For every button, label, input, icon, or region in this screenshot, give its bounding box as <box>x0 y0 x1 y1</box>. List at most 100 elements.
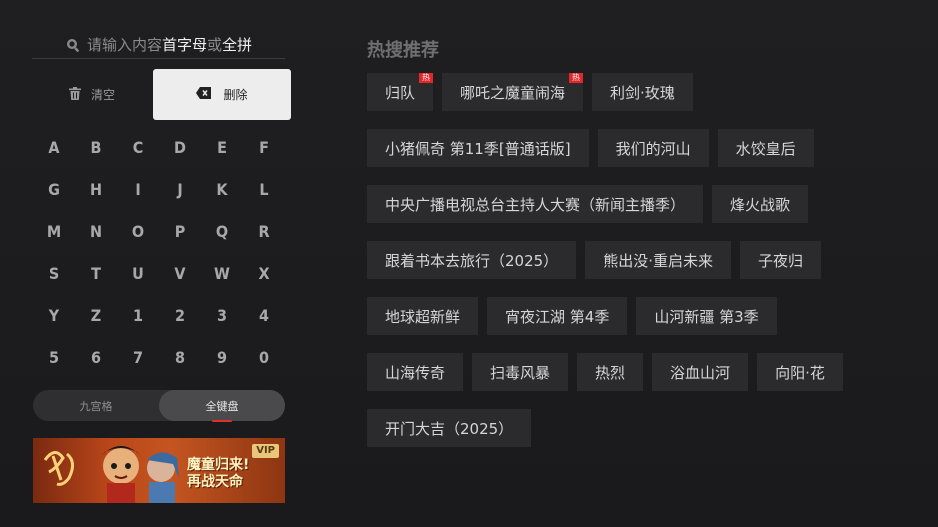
tag-label: 开门大吉（2025） <box>385 419 514 438</box>
hot-search-tag[interactable]: 我们的河山 <box>597 129 709 167</box>
tag-row: 开门大吉（2025） <box>367 409 907 447</box>
key-i[interactable]: I <box>117 168 159 210</box>
key-8[interactable]: 8 <box>159 336 201 378</box>
key-q[interactable]: Q <box>201 210 243 252</box>
key-j[interactable]: J <box>159 168 201 210</box>
key-b[interactable]: B <box>75 126 117 168</box>
key-g[interactable]: G <box>33 168 75 210</box>
hot-search-tag[interactable]: 跟着书本去旅行（2025） <box>367 241 577 279</box>
key-9[interactable]: 9 <box>201 336 243 378</box>
tag-label: 向阳·花 <box>775 363 825 382</box>
hot-search-tag[interactable]: 热烈 <box>577 353 644 391</box>
tag-label: 烽火战歌 <box>730 195 791 214</box>
key-d[interactable]: D <box>159 126 201 168</box>
hot-search-tag[interactable]: 水饺皇后 <box>717 129 814 167</box>
key-7[interactable]: 7 <box>117 336 159 378</box>
clear-label: 清空 <box>90 88 115 102</box>
hot-search-tag[interactable]: 山河新疆 第3季 <box>636 297 777 335</box>
key-t[interactable]: T <box>75 252 117 294</box>
key-k[interactable]: K <box>201 168 243 210</box>
trash-icon <box>68 86 81 103</box>
key-p[interactable]: P <box>159 210 201 252</box>
hot-search-title: 热搜推荐 <box>367 40 439 61</box>
tag-row: 小猪佩奇 第11季[普通话版] 我们的河山 水饺皇后 <box>367 129 907 167</box>
hot-badge: 热 <box>569 73 584 83</box>
key-v[interactable]: V <box>159 252 201 294</box>
hot-search-tag[interactable]: 烽火战歌 <box>712 185 809 223</box>
hot-search-tag[interactable]: 山海传奇 <box>367 353 464 391</box>
tag-row: 跟着书本去旅行（2025） 熊出没·重启未来 子夜归 <box>367 241 907 279</box>
key-y[interactable]: Y <box>33 294 75 336</box>
vip-badge: VIP <box>252 444 279 458</box>
backspace-icon <box>196 87 212 102</box>
mode-option-full[interactable]: 全键盘 <box>159 390 285 422</box>
key-l[interactable]: L <box>243 168 285 210</box>
tag-label: 山河新疆 第3季 <box>654 307 759 326</box>
key-w[interactable]: W <box>201 252 243 294</box>
tag-label: 我们的河山 <box>615 139 691 158</box>
key-f[interactable]: F <box>243 126 285 168</box>
key-u[interactable]: U <box>117 252 159 294</box>
key-h[interactable]: H <box>75 168 117 210</box>
hot-search-tag[interactable]: 利剑·玫瑰 <box>592 73 693 111</box>
delete-label: 删除 <box>223 88 248 102</box>
tag-label: 热烈 <box>595 363 626 382</box>
tag-row: 中央广播电视总台主持人大赛（新闻主播季） 烽火战歌 <box>367 185 907 223</box>
hot-search-tag[interactable]: 地球超新鲜 <box>367 297 479 335</box>
hot-search-tag[interactable]: 浴血山河 <box>652 353 749 391</box>
hot-search-tag[interactable]: 开门大吉（2025） <box>367 409 532 447</box>
tag-label: 熊出没·重启未来 <box>603 251 713 270</box>
hot-search-tag[interactable]: 向阳·花 <box>757 353 843 391</box>
hot-search-tag[interactable]: 哪吒之魔童闹海热 <box>442 73 584 111</box>
key-x[interactable]: X <box>243 252 285 294</box>
search-icon <box>65 37 81 53</box>
hot-search-tag[interactable]: 熊出没·重启未来 <box>585 241 731 279</box>
key-c[interactable]: C <box>117 126 159 168</box>
keyboard-grid: ABCDEF GHIJKL MNOPQR STUVWX YZ1234 567890 <box>33 126 285 378</box>
key-5[interactable]: 5 <box>33 336 75 378</box>
key-o[interactable]: O <box>117 210 159 252</box>
key-4[interactable]: 4 <box>243 294 285 336</box>
tag-label: 哪吒之魔童闹海 <box>460 83 566 102</box>
key-z[interactable]: Z <box>75 294 117 336</box>
tag-label: 跟着书本去旅行（2025） <box>385 251 559 270</box>
search-placeholder: 请输入内容首字母或全拼 <box>86 36 253 54</box>
key-1[interactable]: 1 <box>117 294 159 336</box>
banner-line2: 再战天命 <box>187 474 243 490</box>
clear-button[interactable]: 清空 <box>32 69 152 120</box>
hot-search-tag[interactable]: 扫毒风暴 <box>472 353 569 391</box>
tag-label: 水饺皇后 <box>735 139 796 158</box>
key-6[interactable]: 6 <box>75 336 117 378</box>
hot-search-tag[interactable]: 小猪佩奇 第11季[普通话版] <box>367 129 589 167</box>
tag-label: 山海传奇 <box>385 363 446 382</box>
tag-label: 小猪佩奇 第11季[普通话版] <box>385 139 571 158</box>
tag-label: 子夜归 <box>757 251 803 270</box>
key-m[interactable]: M <box>33 210 75 252</box>
hot-search-tag[interactable]: 宵夜江湖 第4季 <box>487 297 628 335</box>
hot-search-tag[interactable]: 归队热 <box>367 73 434 111</box>
tag-label: 扫毒风暴 <box>490 363 551 382</box>
key-e[interactable]: E <box>201 126 243 168</box>
search-page: 请输入内容首字母或全拼 清空 删除 ABCDEFGHIJKLMNOPQRSTUV… <box>0 0 938 527</box>
key-r[interactable]: R <box>243 210 285 252</box>
hot-search-tag[interactable]: 中央广播电视总台主持人大赛（新闻主播季） <box>367 185 704 223</box>
mode-option-t9[interactable]: 九宫格 <box>33 390 159 421</box>
tag-label: 宵夜江湖 第4季 <box>505 307 610 326</box>
search-input[interactable]: 请输入内容首字母或全拼 <box>32 31 285 59</box>
hot-search-tag[interactable]: 子夜归 <box>739 241 821 279</box>
keyboard-mode-toggle: 九宫格 全键盘 <box>33 390 285 422</box>
delete-button[interactable]: 删除 <box>153 69 291 120</box>
tag-label: 浴血山河 <box>670 363 731 382</box>
key-3[interactable]: 3 <box>201 294 243 336</box>
tag-label: 利剑·玫瑰 <box>610 83 675 102</box>
key-s[interactable]: S <box>33 252 75 294</box>
promo-banner[interactable]: 魔童归来! 再战天命 VIP <box>33 438 285 503</box>
tag-label: 中央广播电视总台主持人大赛（新闻主播季） <box>385 195 686 214</box>
key-a[interactable]: A <box>33 126 75 168</box>
key-0[interactable]: 0 <box>243 336 285 378</box>
key-2[interactable]: 2 <box>159 294 201 336</box>
tag-row: 地球超新鲜 宵夜江湖 第4季 山河新疆 第3季 <box>367 297 907 335</box>
hot-badge: 热 <box>419 73 434 83</box>
tag-row: 归队热哪吒之魔童闹海热利剑·玫瑰 <box>367 73 907 111</box>
key-n[interactable]: N <box>75 210 117 252</box>
